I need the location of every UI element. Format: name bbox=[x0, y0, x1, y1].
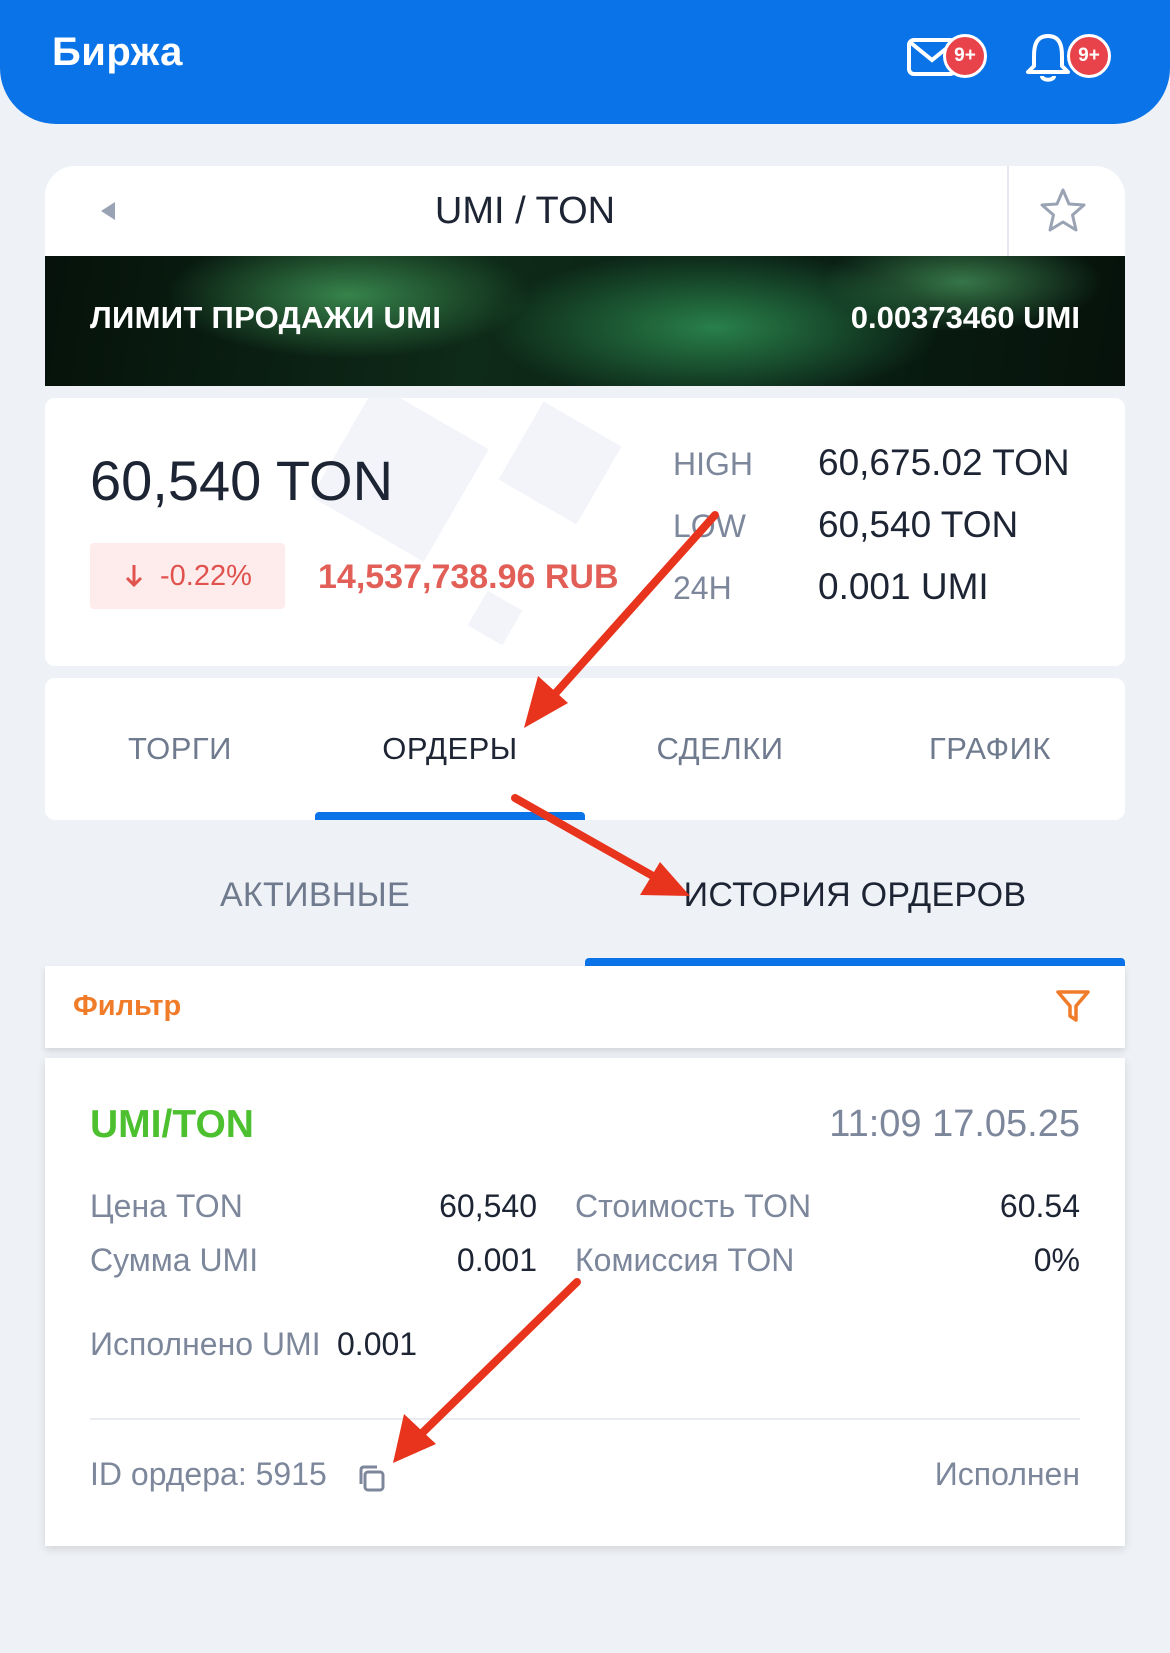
funnel-icon[interactable] bbox=[1053, 986, 1093, 1026]
notifications-badge: 9+ bbox=[1067, 34, 1111, 78]
main-tabs: ТОРГИ ОРДЕРЫ СДЕЛКИ ГРАФИК bbox=[45, 678, 1125, 820]
pair-title[interactable]: UMI / TON bbox=[45, 190, 1005, 233]
tab-trading[interactable]: ТОРГИ bbox=[45, 678, 315, 820]
down-arrow-icon bbox=[125, 565, 143, 588]
subtab-active-orders[interactable]: АКТИВНЫЕ bbox=[45, 850, 585, 966]
copy-icon[interactable] bbox=[355, 1462, 387, 1494]
sell-limit-banner: ЛИМИТ ПРОДАЖИ UMI 0.00373460 UMI bbox=[45, 256, 1125, 386]
tab-orders[interactable]: ОРДЕРЫ bbox=[315, 678, 585, 820]
order-subtabs: АКТИВНЫЕ ИСТОРИЯ ОРДЕРОВ bbox=[45, 850, 1125, 966]
price-summary-card: 60,540 TON -0.22% 14,537,738.96 RUB HIGH… bbox=[45, 398, 1125, 666]
fee-label: Комиссия TON bbox=[575, 1242, 795, 1278]
app-header: Биржа 9+ 9+ bbox=[0, 0, 1170, 124]
active-subtab-indicator bbox=[585, 958, 1125, 966]
low-label: LOW bbox=[673, 508, 746, 544]
messages-button[interactable]: 9+ bbox=[905, 26, 1005, 96]
star-icon bbox=[1040, 188, 1086, 232]
change-percent: -0.22% bbox=[160, 559, 252, 592]
order-id: ID ордера: 5915 bbox=[90, 1456, 327, 1492]
filter-label: Фильтр bbox=[73, 990, 182, 1022]
filled-value: 0.001 bbox=[337, 1326, 418, 1362]
volume-24h-label: 24H bbox=[673, 570, 732, 606]
fiat-value: 14,537,738.96 RUB bbox=[318, 558, 619, 596]
fee-value: 0% bbox=[1033, 1242, 1080, 1278]
tab-chart[interactable]: ГРАФИК bbox=[855, 678, 1125, 820]
change-badge: -0.22% bbox=[90, 543, 285, 609]
active-tab-indicator bbox=[315, 812, 585, 820]
order-pair: UMI/TON bbox=[90, 1103, 254, 1146]
sell-limit-value: 0.00373460 UMI bbox=[850, 300, 1080, 335]
cost-value: 60.54 bbox=[999, 1188, 1080, 1224]
background-decoration bbox=[467, 590, 523, 646]
filled-label: Исполнено UMI bbox=[90, 1326, 321, 1362]
low-value: 60,540 TON bbox=[818, 504, 1019, 545]
tab-deals[interactable]: СДЕЛКИ bbox=[585, 678, 855, 820]
price-label: Цена TON bbox=[90, 1188, 243, 1224]
order-time: 11:09 17.05.25 bbox=[829, 1103, 1080, 1145]
last-price: 60,540 TON bbox=[90, 449, 394, 512]
cost-label: Стоимость TON bbox=[575, 1188, 812, 1224]
amount-value: 0.001 bbox=[456, 1242, 537, 1278]
order-status: Исполнен bbox=[934, 1456, 1080, 1492]
notifications-button[interactable]: 9+ bbox=[1026, 26, 1130, 96]
price-value: 60,540 bbox=[439, 1188, 537, 1224]
pair-bar: UMI / TON bbox=[45, 166, 1125, 256]
order-history-card: UMI/TON 11:09 17.05.25 Цена TON 60,540 С… bbox=[45, 1058, 1125, 1546]
amount-label: Сумма UMI bbox=[90, 1242, 259, 1278]
favorite-button[interactable] bbox=[1035, 186, 1091, 236]
filter-bar[interactable]: Фильтр bbox=[45, 966, 1125, 1048]
divider bbox=[1007, 166, 1009, 256]
sell-limit-label: ЛИМИТ ПРОДАЖИ UMI bbox=[90, 300, 442, 335]
high-label: HIGH bbox=[673, 446, 753, 482]
subtab-order-history[interactable]: ИСТОРИЯ ОРДЕРОВ bbox=[585, 850, 1125, 966]
messages-badge: 9+ bbox=[943, 34, 987, 78]
background-decoration bbox=[498, 401, 622, 525]
divider bbox=[90, 1418, 1080, 1420]
app-title: Биржа bbox=[52, 30, 183, 74]
volume-24h-value: 0.001 UMI bbox=[818, 566, 989, 607]
high-value: 60,675.02 TON bbox=[818, 442, 1070, 483]
